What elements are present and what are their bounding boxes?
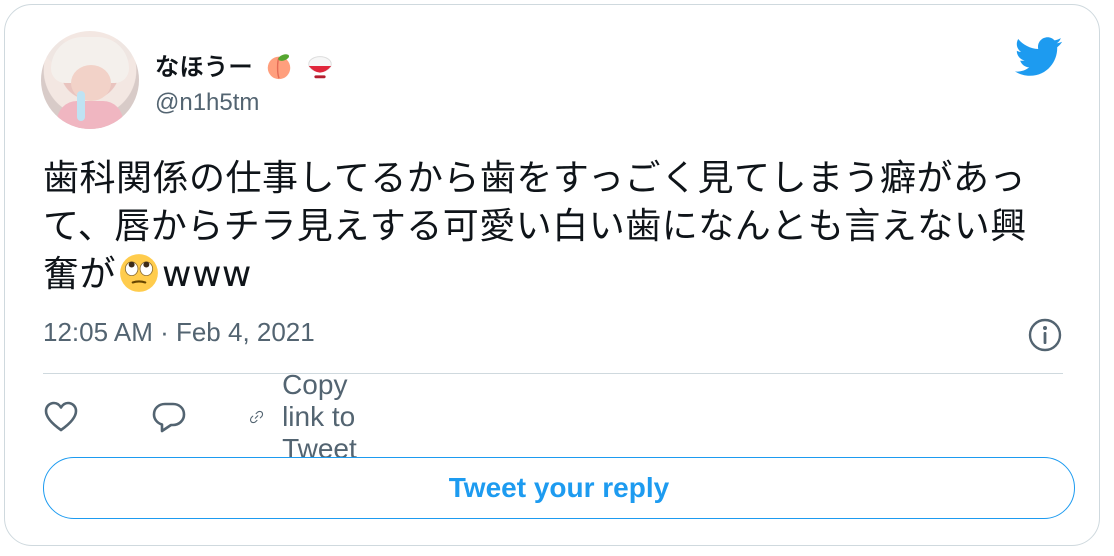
twitter-bird-icon[interactable]	[1015, 37, 1063, 77]
info-icon[interactable]	[1027, 317, 1063, 353]
copy-link-button[interactable]: Copy link to Tweet	[249, 369, 378, 464]
tweet-text: 歯科関係の仕事してるから歯をすっごく見てしまう癖があって、唇からチラ見えする可愛…	[43, 155, 1053, 299]
tweet-your-reply-button[interactable]: Tweet your reply	[43, 457, 1075, 519]
divider	[43, 373, 1063, 374]
tweet-card: なほうー @n1h5tm 歯科関係の仕事してるから歯をすっごく見てしまう癖があっ…	[4, 4, 1100, 546]
reply-button-label: Tweet your reply	[448, 472, 670, 503]
heart-icon	[44, 401, 78, 432]
tweet-timestamp[interactable]: 12:05 AM · Feb 4, 2021	[43, 317, 315, 348]
copy-link-label: Copy link to Tweet	[282, 369, 357, 464]
display-name-text: なほうー	[155, 53, 253, 81]
display-name[interactable]: なほうー	[155, 47, 335, 82]
user-handle[interactable]: @n1h5tm	[155, 89, 259, 117]
reply-bubble-icon	[152, 402, 186, 433]
reply-icon-button[interactable]	[151, 397, 187, 437]
face-with-rolling-eyes-emoji-icon	[120, 254, 158, 292]
rice-bowl-emoji-icon	[308, 56, 332, 79]
peach-emoji-icon	[267, 54, 291, 80]
link-icon	[250, 410, 264, 424]
like-button[interactable]	[43, 397, 79, 437]
avatar[interactable]	[41, 31, 139, 129]
tweet-text-suffix: www	[162, 254, 252, 295]
